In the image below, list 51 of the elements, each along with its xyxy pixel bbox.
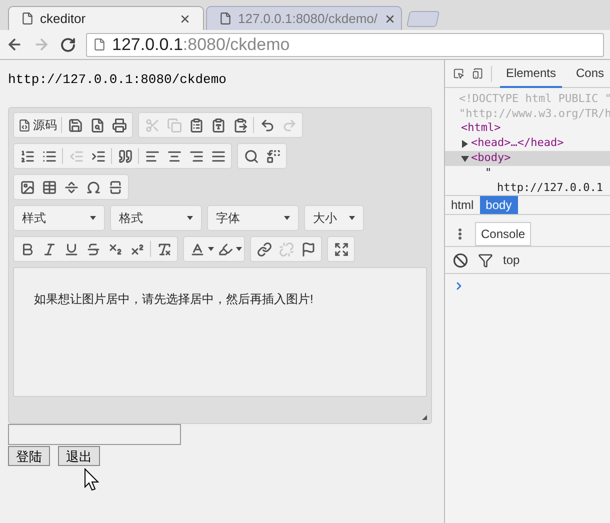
caret-icon [284, 216, 290, 220]
dom-tag[interactable]: <head>…</head> [471, 135, 564, 152]
inspect-icon [453, 66, 464, 81]
combo-dropdown[interactable]: 大小 [304, 205, 364, 231]
mouse-cursor-icon [84, 468, 100, 492]
caret-icon [349, 216, 355, 220]
tab-title: 127.0.0.1:8080/ckdemo/ [238, 10, 378, 28]
breadcrumb[interactable]: html [445, 196, 480, 214]
browser-tab[interactable]: ckeditor [8, 6, 204, 30]
address-bar[interactable]: 127.0.0.1:8080/ckdemo [86, 32, 604, 56]
doctype-line: "http://www.w3.org/TR/h [458, 106, 610, 121]
back-icon [6, 36, 23, 53]
page-icon [21, 12, 34, 25]
source-code-icon [18, 118, 31, 132]
caret-icon [90, 216, 96, 220]
editor-content-area[interactable]: 如果想让图片居中，请先选择居中，然后再插入图片! [13, 267, 427, 397]
close-icon [179, 12, 191, 24]
combo-dropdown[interactable]: 格式 [110, 205, 202, 231]
source-button[interactable]: 源码 [16, 115, 59, 135]
doctype-line: <!DOCTYPE html PUBLIC " [458, 91, 610, 106]
form-button[interactable]: 登陆 [8, 446, 50, 466]
device-toolbar-icon [472, 66, 484, 81]
editor-paragraph: 如果想让图片居中，请先选择居中，然后再插入图片! [34, 291, 314, 308]
page-icon [219, 12, 232, 25]
collapsed-triangle-icon[interactable] [461, 140, 469, 148]
filter-icon [478, 252, 493, 268]
dom-text-label: " [484, 165, 492, 182]
dom-text-label: http://127.0.0.1 [496, 180, 603, 195]
drawer-tab[interactable]: Console [475, 222, 532, 246]
dom-tag[interactable]: <html> [461, 120, 501, 137]
clear-console-icon [453, 252, 468, 268]
address-text: 127.0.0.1:8080/ckdemo [112, 34, 290, 56]
caret-icon [187, 216, 193, 220]
tab-title: ckeditor [40, 10, 87, 28]
context-selector[interactable]: top [503, 251, 520, 269]
breadcrumb[interactable]: body [480, 196, 518, 214]
combo-dropdown[interactable]: 样式 [13, 205, 105, 231]
reload-icon [60, 36, 76, 52]
page-icon [93, 38, 106, 51]
page-url-text: http://127.0.0.1:8080/ckdemo [8, 71, 228, 88]
combo-dropdown[interactable]: 字体 [207, 205, 299, 231]
form-button[interactable]: 退出 [58, 446, 100, 466]
caret-icon [208, 247, 214, 251]
close-icon [384, 12, 396, 24]
devtools-tab[interactable]: Cons [570, 60, 610, 88]
caret-icon [236, 247, 242, 251]
devtools-tab[interactable]: Elements [500, 60, 562, 88]
resize-handle-icon[interactable] [422, 415, 427, 420]
forward-icon [33, 36, 50, 53]
text-input[interactable] [8, 424, 181, 445]
expanded-triangle-icon[interactable] [461, 154, 469, 162]
